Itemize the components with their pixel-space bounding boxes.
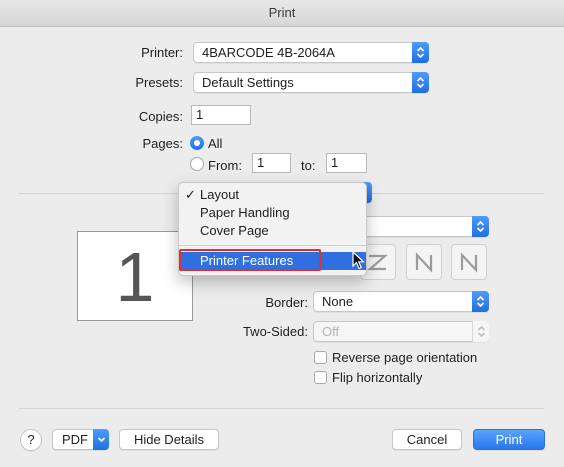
copies-label: Copies: — [138, 109, 183, 124]
border-label: Border: — [265, 295, 308, 310]
layout-direction-n-button[interactable] — [406, 244, 442, 280]
reverse-orientation-checkbox[interactable] — [314, 351, 327, 364]
pdf-menu-button[interactable]: PDF — [52, 429, 109, 450]
chevron-down-icon — [93, 429, 109, 450]
hide-details-button[interactable]: Hide Details — [119, 429, 219, 450]
flip-horizontally-checkbox[interactable] — [314, 371, 327, 384]
help-button[interactable]: ? — [20, 429, 42, 451]
pdf-label: PDF — [62, 432, 88, 447]
layout-direction-reverse-n-button[interactable] — [451, 244, 487, 280]
menu-item-label: Cover Page — [200, 223, 269, 238]
up-down-arrows-icon — [412, 72, 429, 93]
up-down-arrows-icon — [412, 42, 429, 63]
two-sided-value: Off — [322, 324, 340, 339]
up-down-arrows-icon — [472, 291, 489, 312]
pages-all-radio[interactable] — [190, 136, 204, 150]
presets-label: Presets: — [135, 75, 183, 90]
help-icon: ? — [27, 432, 35, 447]
printer-popup[interactable]: 4BARCODE 4B-2064A — [193, 42, 429, 63]
pages-to-label: to: — [301, 158, 316, 173]
page-preview-number: 1 — [115, 238, 155, 316]
pages-from-label: From: — [208, 158, 242, 173]
cancel-button[interactable]: Cancel — [392, 429, 462, 450]
pages-label: Pages: — [142, 136, 183, 151]
menu-item-label: Layout — [200, 187, 240, 202]
two-sided-label: Two-Sided: — [242, 324, 308, 339]
print-button[interactable]: Print — [473, 429, 545, 450]
pages-to-field[interactable]: 1 — [326, 153, 367, 173]
flip-horizontally-label: Flip horizontally — [332, 370, 423, 385]
up-down-arrows-icon — [472, 216, 489, 237]
menu-item-layout[interactable]: ✓ Layout — [179, 186, 366, 204]
printer-value: 4BARCODE 4B-2064A — [202, 45, 335, 60]
footer-separator — [19, 408, 544, 409]
highlight-outline — [179, 249, 321, 271]
border-value: None — [322, 294, 354, 309]
menu-separator — [179, 245, 366, 246]
layout-n-icon — [415, 252, 433, 273]
layout-reverse-n-icon — [460, 252, 478, 273]
menu-item-paper-handling[interactable]: Paper Handling — [179, 204, 366, 222]
two-sided-popup[interactable]: Off — [313, 321, 489, 342]
page-preview: 1 — [77, 231, 193, 321]
up-down-arrows-icon — [472, 321, 489, 342]
border-popup[interactable]: None — [313, 291, 489, 312]
menu-item-cover-page[interactable]: Cover Page — [179, 222, 366, 240]
presets-value: Default Settings — [202, 75, 294, 90]
mouse-cursor-icon — [352, 251, 366, 270]
window-title: Print — [268, 5, 296, 20]
presets-popup[interactable]: Default Settings — [193, 72, 429, 93]
pages-from-field[interactable]: 1 — [252, 153, 291, 173]
checkmark-icon: ✓ — [185, 187, 196, 202]
menu-item-label: Paper Handling — [200, 205, 290, 220]
window-titlebar: Print — [0, 0, 564, 27]
printer-label: Printer: — [141, 45, 183, 60]
copies-field[interactable]: 1 — [191, 105, 251, 125]
pages-from-radio[interactable] — [190, 157, 204, 171]
pages-all-label: All — [208, 136, 223, 151]
reverse-orientation-label: Reverse page orientation — [332, 350, 478, 365]
